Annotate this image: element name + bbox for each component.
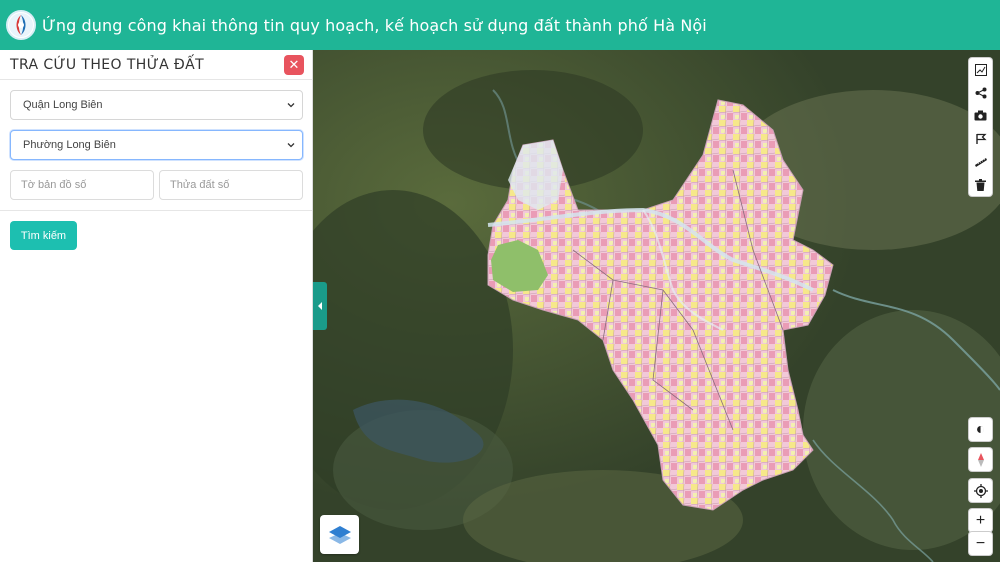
app-header: Ứng dụng công khai thông tin quy hoạch, … [0,0,1000,50]
zoom-in-button[interactable]: + [969,509,992,532]
chevron-left-icon [318,302,322,310]
close-icon: ✕ [288,56,300,72]
delete-tool-button[interactable] [969,173,992,196]
panel-title: TRA CỨU THEO THỬA ĐẤT [10,56,205,73]
chart-tool-button[interactable] [969,58,992,81]
contrast-button[interactable]: ◐ [969,418,992,441]
parcel-number-placeholder: Thửa đất số [170,179,230,191]
zoom-in-icon: + [975,511,986,529]
app-logo[interactable] [6,10,36,40]
trash-icon [975,178,986,191]
map-view[interactable] [313,50,1000,562]
camera-icon [974,110,987,121]
locate-icon [973,483,988,498]
chart-icon [974,63,987,76]
compass-icon [977,452,984,467]
panel-header: TRA CỨU THEO THỬA ĐẤT ✕ [0,50,312,80]
ruler-tool-button[interactable] [969,150,992,173]
locate-button[interactable] [969,479,992,502]
compass-button[interactable] [969,448,992,471]
map-toolbar [969,58,992,196]
layers-button[interactable] [320,515,359,554]
map-sheet-input[interactable]: Tờ bản đồ số [10,170,154,200]
district-select-value: Quận Long Biên [23,99,103,111]
layers-icon [328,525,351,544]
ruler-icon [974,157,987,167]
share-tool-button[interactable] [969,81,992,104]
camera-tool-button[interactable] [969,104,992,127]
zoom-out-button[interactable]: − [969,532,992,555]
chevron-down-icon [287,103,295,108]
ward-select-value: Phường Long Biên [23,139,116,151]
contrast-icon: ◐ [975,420,986,438]
flag-icon [975,133,987,144]
satellite-map[interactable] [313,50,1000,562]
parcel-search-panel: TRA CỨU THEO THỬA ĐẤT ✕ [0,50,313,562]
share-icon [975,87,986,98]
close-button[interactable]: ✕ [284,54,304,75]
chevron-down-icon [287,143,295,148]
app-title: Ứng dụng công khai thông tin quy hoạch, … [42,15,707,35]
panel-divider [0,210,312,211]
search-button[interactable]: Tìm kiếm [10,221,77,250]
zoom-out-icon: − [975,534,986,552]
parcel-number-input[interactable]: Thửa đất số [159,170,303,200]
collapse-panel-button[interactable] [313,282,327,330]
flag-tool-button[interactable] [969,127,992,150]
map-sheet-placeholder: Tờ bản đồ số [21,179,87,191]
ward-select[interactable]: Phường Long Biên [10,130,303,160]
district-select[interactable]: Quận Long Biên [10,90,303,120]
